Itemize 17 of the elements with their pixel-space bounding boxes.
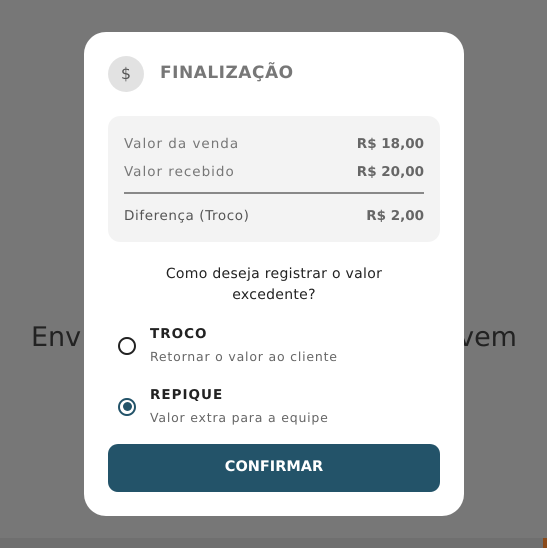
- option-description: Retornar o valor ao cliente: [150, 348, 338, 366]
- radio-button[interactable]: [118, 398, 136, 416]
- option-title: TROCO: [150, 325, 208, 344]
- radio-button[interactable]: [118, 336, 136, 354]
- summary-label: Diferença (Troco): [124, 206, 250, 226]
- summary-value: R$ 2,00: [366, 206, 424, 226]
- background-text: Env: [31, 321, 82, 355]
- confirm-button[interactable]: CONFIRMAR: [108, 444, 440, 492]
- dollar-icon: $: [108, 56, 144, 92]
- summary-label: Valor da venda: [124, 134, 240, 154]
- modal-title: FINALIZAÇÃO: [160, 61, 294, 86]
- summary-label: Valor recebido: [124, 162, 235, 182]
- option-title: REPIQUE: [150, 386, 224, 405]
- summary-value: R$ 20,00: [356, 162, 424, 182]
- option-description: Valor extra para a equipe: [150, 409, 329, 428]
- summary-value: R$ 18,00: [356, 134, 424, 154]
- question-text: Como deseja registrar o valor excedente?: [164, 265, 384, 305]
